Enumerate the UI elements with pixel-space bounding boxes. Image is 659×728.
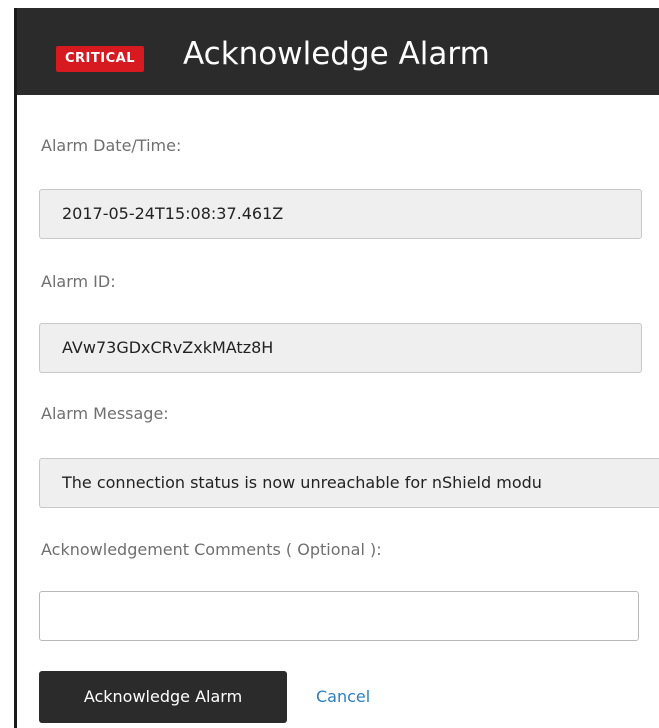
alarm-datetime-field: 2017-05-24T15:08:37.461Z xyxy=(39,189,642,239)
cancel-link[interactable]: Cancel xyxy=(316,686,370,708)
alarm-id-label: Alarm ID: xyxy=(41,272,116,291)
critical-badge: CRITICAL xyxy=(56,46,144,72)
dialog-header: CRITICAL Acknowledge Alarm xyxy=(17,8,659,95)
comments-label: Acknowledgement Comments ( Optional ): xyxy=(41,540,382,559)
alarm-datetime-label: Alarm Date/Time: xyxy=(41,136,182,155)
comments-input[interactable] xyxy=(39,591,639,641)
acknowledge-alarm-dialog: CRITICAL Acknowledge Alarm Alarm Date/Ti… xyxy=(14,8,659,728)
alarm-message-label: Alarm Message: xyxy=(41,404,169,423)
dialog-title: Acknowledge Alarm xyxy=(183,36,490,72)
alarm-id-field: AVw73GDxCRvZxkMAtz8H xyxy=(39,323,642,373)
acknowledge-alarm-button[interactable]: Acknowledge Alarm xyxy=(39,671,287,723)
alarm-message-field: The connection status is now unreachable… xyxy=(39,458,659,508)
